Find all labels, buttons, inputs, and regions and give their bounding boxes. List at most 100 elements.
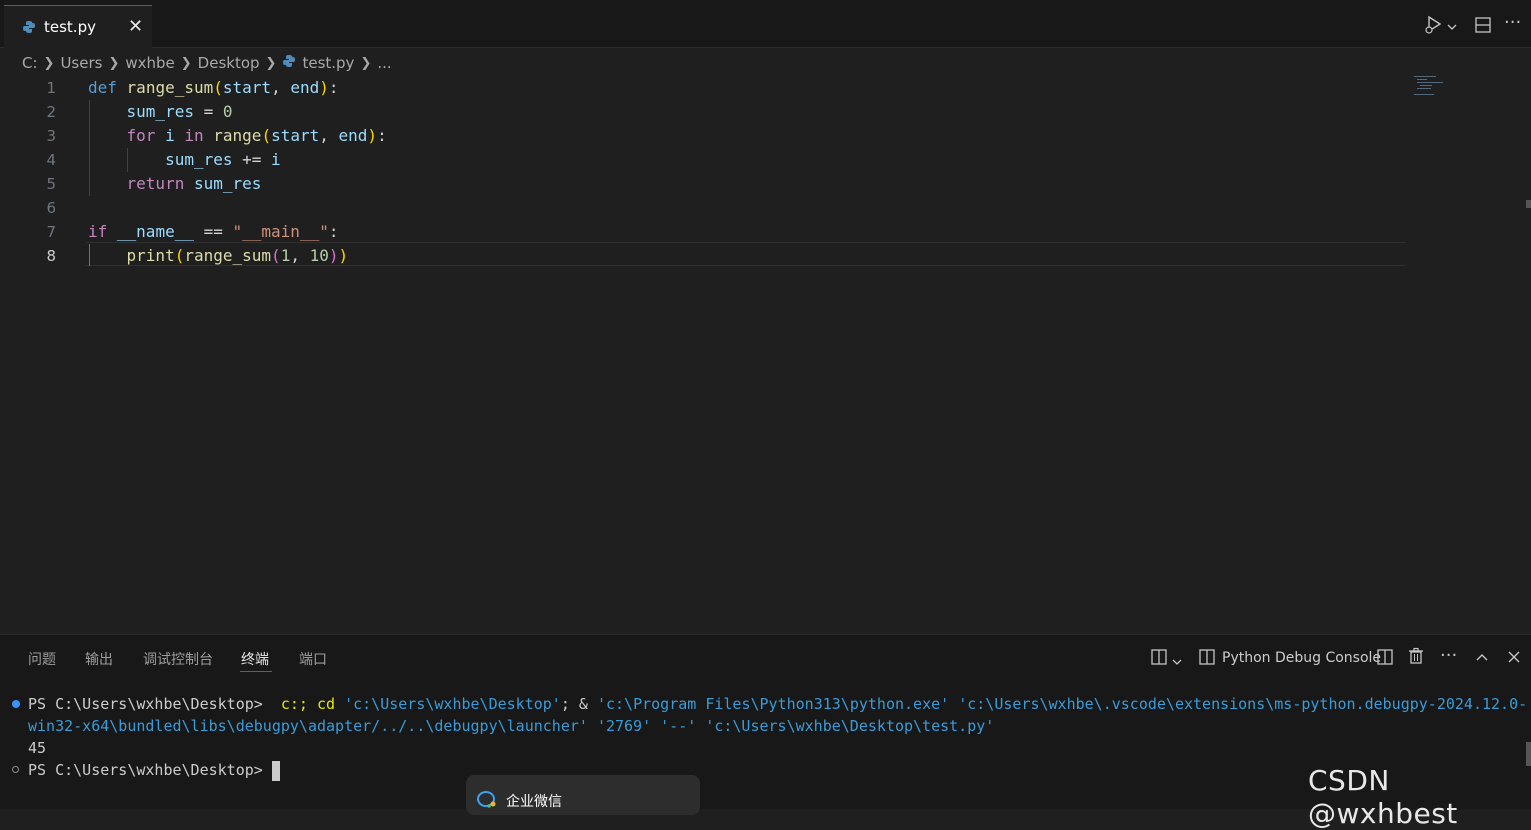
tab-debug-console[interactable]: 调试控制台	[143, 649, 213, 669]
code-token: end	[338, 126, 368, 145]
python-file-icon	[22, 19, 36, 38]
code-token: +=	[232, 150, 272, 169]
code-token: sum_res	[126, 102, 194, 121]
line-number: 1	[46, 79, 56, 97]
maximize-panel-chevron-up-icon[interactable]	[1475, 649, 1489, 668]
watermark: CSDN @wxhbest	[1308, 764, 1458, 830]
code-token: range_sum	[184, 246, 272, 265]
code-token: (	[213, 78, 223, 97]
wecom-icon	[476, 790, 498, 812]
wecom-notification[interactable]: 企业微信	[466, 775, 700, 815]
code-line: return sum_res	[88, 172, 262, 196]
breadcrumb-desktop[interactable]: Desktop	[198, 54, 260, 72]
command-success-decoration[interactable]	[12, 700, 20, 708]
line-number: 6	[46, 199, 56, 217]
terminal-line-command-wrap: win32-x64\bundled\libs\debugpy\adapter/.…	[28, 717, 995, 735]
breadcrumb-wxhbe[interactable]: wxhbe	[125, 54, 174, 72]
breadcrumb-drive[interactable]: C:	[22, 54, 38, 72]
close-panel-icon[interactable]	[1507, 649, 1521, 668]
code-token: :	[328, 222, 339, 241]
code-token: in	[184, 126, 204, 145]
code-token: sum_res	[193, 174, 262, 193]
tab-ports[interactable]: 端口	[299, 649, 327, 669]
code-token: )	[367, 126, 378, 145]
code-token: 10	[309, 246, 329, 265]
terminal-name-label[interactable]: Python Debug Console	[1222, 650, 1381, 666]
python-file-icon	[282, 54, 296, 72]
tab-terminal[interactable]: 终端	[241, 649, 269, 669]
code-token: def	[88, 78, 117, 97]
terminal-line-prompt: PS C:\Users\wxhbe\Desktop>	[28, 759, 280, 781]
breadcrumb-users[interactable]: Users	[60, 54, 102, 72]
editor-tab-bar: test.py ✕ ···	[0, 0, 1531, 48]
chevron-right-icon: ❯	[108, 55, 120, 71]
line-number: 7	[46, 223, 56, 241]
close-tab-icon[interactable]: ✕	[128, 16, 143, 37]
code-token: start	[271, 126, 320, 145]
code-token: __name__	[116, 222, 194, 241]
terminal-dropdown-chevron-icon[interactable]	[1172, 652, 1182, 671]
terminal-instance-icon	[1199, 648, 1215, 670]
chevron-right-icon: ❯	[265, 55, 277, 71]
command-pending-decoration[interactable]	[12, 766, 19, 773]
code-token: print	[126, 246, 175, 265]
more-actions-icon[interactable]: ···	[1504, 12, 1521, 33]
code-token: ,	[271, 78, 291, 97]
chevron-right-icon: ❯	[43, 55, 55, 71]
split-editor-icon[interactable]	[1474, 16, 1492, 38]
code-token: ==	[193, 222, 233, 241]
code-token: =	[193, 102, 223, 121]
line-number: 5	[46, 175, 56, 193]
panel-more-icon[interactable]: ···	[1440, 645, 1457, 666]
tab-label: test.py	[44, 18, 96, 36]
code-token: if	[88, 222, 108, 241]
chevron-right-icon: ❯	[180, 55, 192, 71]
code-token: 1	[280, 246, 291, 265]
terminal-scrollbar[interactable]	[1526, 742, 1531, 766]
active-tab-indicator	[240, 671, 272, 672]
line-number: 8	[46, 247, 56, 265]
chevron-right-icon: ❯	[360, 55, 372, 71]
code-editor[interactable]: 12345678 def range_sum(start, end): sum_…	[0, 76, 1410, 636]
new-terminal-split-icon[interactable]	[1150, 648, 1168, 670]
line-number: 4	[46, 151, 56, 169]
breadcrumb-symbols[interactable]: ...	[377, 54, 391, 72]
code-token: return	[126, 174, 185, 193]
bottom-panel: 问题 输出 调试控制台 终端 端口 Python Debug Console ·…	[0, 634, 1531, 809]
tab-output[interactable]: 输出	[85, 649, 113, 669]
split-terminal-icon[interactable]	[1376, 648, 1394, 670]
code-line: if __name__ == "__main__":	[88, 220, 338, 244]
code-token: range	[213, 126, 262, 145]
line-number: 2	[46, 103, 56, 121]
code-token: range_sum	[126, 78, 214, 97]
terminal-line-output: 45	[28, 739, 47, 757]
code-token: i	[165, 126, 175, 145]
code-token: :	[377, 126, 387, 145]
code-token: :	[328, 78, 339, 97]
trash-icon[interactable]	[1408, 647, 1424, 669]
run-debug-icon[interactable]	[1424, 14, 1444, 38]
editor-scrollbar[interactable]	[1526, 200, 1531, 208]
breadcrumb: C: ❯ Users ❯ wxhbe ❯ Desktop ❯ test.py ❯…	[22, 53, 392, 73]
tab-problems[interactable]: 问题	[28, 649, 56, 669]
minimap[interactable]	[1414, 76, 1444, 96]
code-token: (	[261, 126, 272, 145]
run-dropdown-chevron-icon[interactable]	[1447, 17, 1457, 36]
breadcrumb-file[interactable]: test.py	[302, 54, 354, 72]
code-token: ,	[290, 246, 310, 265]
code-line: def range_sum(start, end):	[88, 76, 339, 100]
line-number: 3	[46, 127, 56, 145]
code-line: print(range_sum(1, 10))	[88, 244, 349, 268]
terminal-cursor	[271, 760, 280, 781]
code-line: sum_res += i	[88, 148, 281, 172]
tab-test-py[interactable]: test.py ✕	[4, 5, 152, 48]
